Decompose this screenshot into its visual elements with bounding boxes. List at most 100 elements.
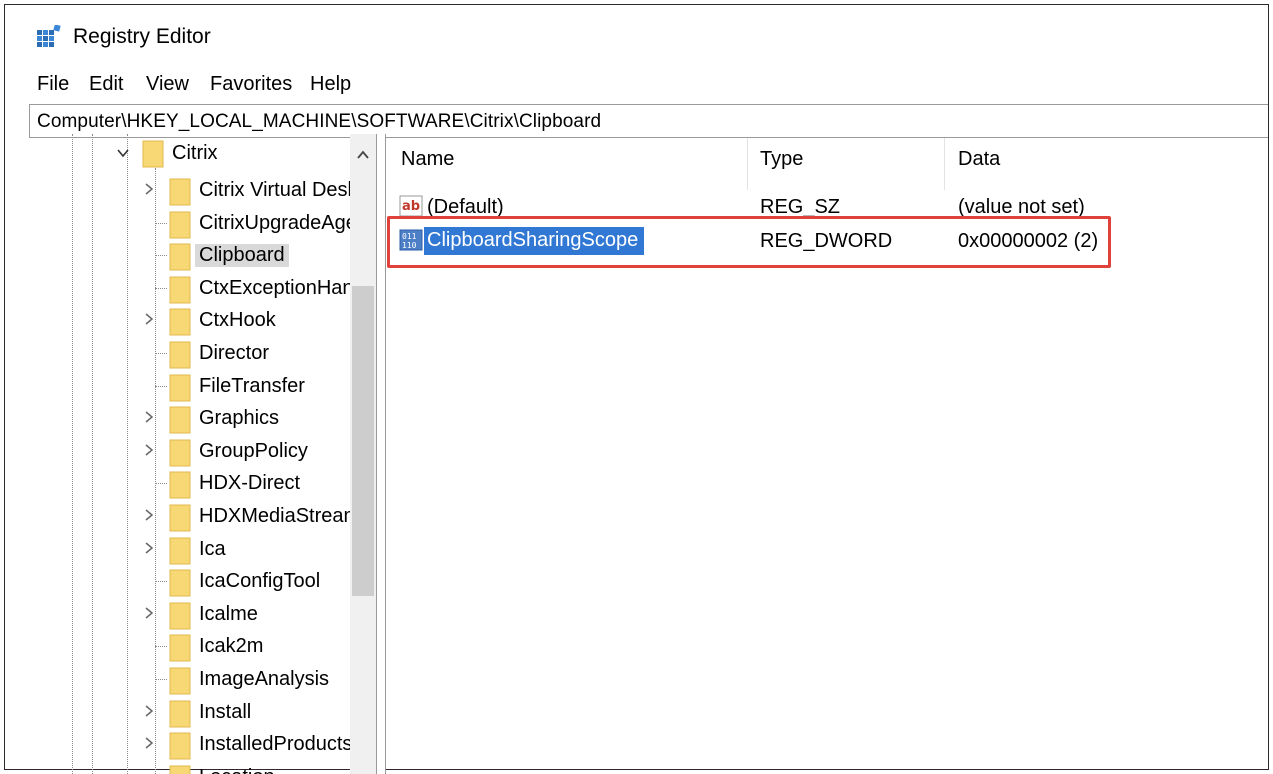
menu-file[interactable]: File [37,73,69,96]
folder-icon [169,765,191,774]
registry-key-tree[interactable]: Citrix Citrix Virtual Desk CitrixUpgradeA… [24,134,376,774]
tree-node-label: Clipboard [195,244,289,268]
folder-icon [169,732,191,760]
chevron-right-icon[interactable] [142,508,156,522]
tree-node-label: Ica [199,537,226,560]
tree-node-graphics[interactable]: Graphics [24,402,376,434]
tree-node-filetransfer[interactable]: FileTransfer [24,370,376,402]
chevron-right-icon[interactable] [142,704,156,718]
tree-node-label: Location [195,766,279,774]
menu-help[interactable]: Help [310,73,351,96]
tree-node-icalme[interactable]: Icalme [24,598,376,630]
folder-icon [169,341,191,369]
folder-icon [169,374,191,402]
folder-icon [169,276,191,304]
tree-node-clipboard[interactable]: Clipboard [24,239,376,271]
tree-connector [155,255,167,257]
address-path: Computer\HKEY_LOCAL_MACHINE\SOFTWARE\Cit… [37,111,602,132]
tree-connector [155,679,167,680]
tree-node-citrix-virtual-desk[interactable]: Citrix Virtual Desk [24,174,376,206]
tree-node-label: CtxHook [199,309,276,332]
chevron-right-icon[interactable] [142,312,156,326]
chevron-right-icon[interactable] [142,606,156,620]
tree-node-icaconfigtool[interactable]: IcaConfigTool [24,565,376,597]
tree-node-citrixupgradeage[interactable]: CitrixUpgradeAge [24,207,376,239]
svg-text:ab: ab [402,199,420,214]
tree-node-label: Citrix [172,142,218,164]
folder-icon [169,406,191,434]
chevron-right-icon[interactable] [142,182,156,196]
folder-icon [169,308,191,336]
folder-icon [169,569,191,597]
tree-node-icak2m[interactable]: Icak2m [24,630,376,662]
chevron-right-icon[interactable] [142,736,156,750]
tree-node-label: Director [199,342,270,364]
folder-icon [169,602,191,630]
menu-bar: File Edit View Favorites Help [5,67,1268,101]
tree-node-label: CitrixUpgradeAge [199,211,357,234]
tree-node-install[interactable]: Install [24,696,376,728]
window-title: Registry Editor [73,25,211,48]
tree-node-label: GroupPolicy [199,439,308,462]
pane-splitter[interactable] [376,134,386,774]
tree-node-citrix[interactable]: Citrix [24,140,376,174]
registry-editor-icon [37,25,61,47]
tree-connector [155,646,167,648]
column-divider[interactable] [747,138,748,190]
column-header-data[interactable]: Data [958,148,1000,171]
tree-node-ica[interactable]: Ica [24,533,376,565]
tree-node-label: HDX-Direct [199,472,301,495]
tree-node-location[interactable]: Location [24,761,376,774]
tree-node-label: FileTransfer [199,374,305,397]
tree-node-installedproducts[interactable]: InstalledProducts [24,728,376,760]
tree-connector [155,385,167,387]
tree-node-ctxhook[interactable]: CtxHook [24,304,376,336]
tree-node-label: Icalme [199,602,258,625]
tree-node-label: Icak2m [199,635,264,658]
folder-icon [169,634,191,662]
menu-favorites[interactable]: Favorites [210,73,292,96]
title-bar: Registry Editor [5,5,1268,67]
folder-icon [142,140,164,168]
tree-node-label: CtxExceptionHan [199,276,354,299]
folder-icon [169,211,191,239]
tree-node-label: Graphics [199,407,280,430]
tree-node-label: Install [199,700,252,723]
scrollbar-thumb[interactable] [352,286,374,596]
folder-icon [169,178,191,206]
tree-connector [155,353,167,354]
folder-icon [169,537,191,565]
folder-icon [169,667,191,695]
folder-icon [169,471,191,499]
tree-node-grouppolicy[interactable]: GroupPolicy [24,435,376,467]
tree-node-label: Citrix Virtual Desk [199,179,358,201]
tree-node-hdx-direct[interactable]: HDX-Direct [24,467,376,499]
folder-icon [169,700,191,728]
chevron-right-icon[interactable] [142,443,156,457]
address-bar[interactable]: Computer\HKEY_LOCAL_MACHINE\SOFTWARE\Cit… [29,104,1268,138]
tree-node-director[interactable]: Director [24,337,376,369]
chevron-right-icon[interactable] [142,410,156,424]
tree-connector [155,483,167,485]
tree-node-ctxexceptionhan[interactable]: CtxExceptionHan [24,272,376,304]
menu-view[interactable]: View [146,73,189,96]
scroll-up-arrow-icon[interactable] [356,150,370,160]
menu-edit[interactable]: Edit [89,73,123,96]
folder-icon [169,504,191,532]
tree-connector [155,581,167,583]
column-header-name[interactable]: Name [401,148,454,171]
folder-icon [169,439,191,467]
chevron-right-icon[interactable] [142,541,156,555]
folder-icon [169,243,191,271]
tree-node-imageanalysis[interactable]: ImageAnalysis [24,663,376,695]
red-highlight-box [387,216,1111,268]
column-header-type[interactable]: Type [760,148,803,171]
tree-node-label: IcaConfigTool [199,570,321,593]
tree-node-label: HDXMediaStream [199,505,361,527]
string-value-icon: ab [399,195,423,217]
tree-node-label: ImageAnalysis [199,668,330,690]
column-divider[interactable] [944,138,945,190]
tree-node-hdxmediastream[interactable]: HDXMediaStream [24,500,376,532]
tree-scrollbar[interactable] [350,134,376,774]
chevron-down-icon[interactable] [116,146,130,160]
